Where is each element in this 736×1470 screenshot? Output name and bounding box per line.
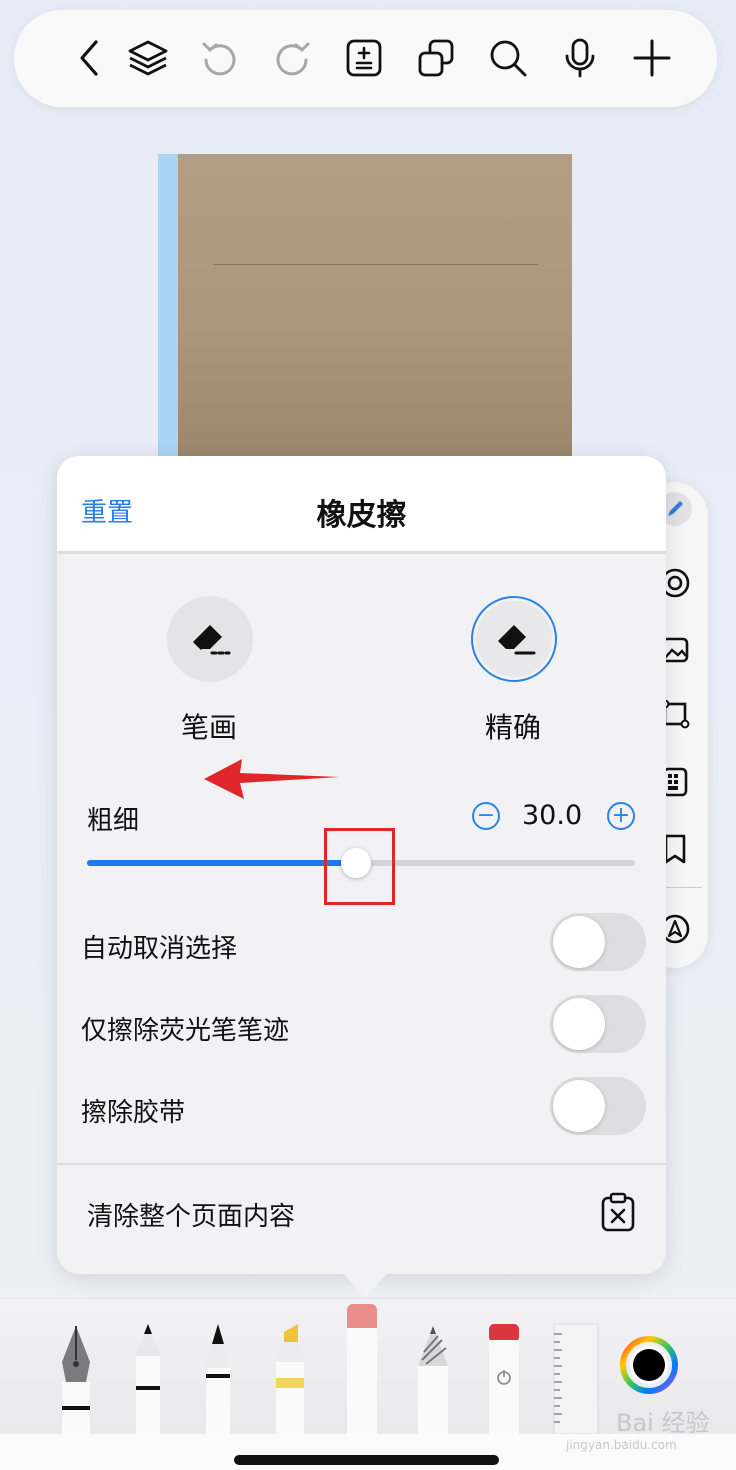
mode-stroke-eraser[interactable] [167, 596, 253, 682]
popover-header: 重置 橡皮擦 [57, 456, 666, 554]
pencil-tool[interactable] [414, 1322, 452, 1434]
clear-clipboard-icon[interactable] [599, 1192, 637, 1232]
page-add-icon[interactable] [340, 34, 388, 82]
page-margin-strip [158, 154, 178, 464]
thickness-slider-fill [87, 860, 356, 866]
clear-separator [57, 1163, 666, 1165]
annotation-highlight-box [324, 828, 395, 905]
annotation-arrow [204, 759, 340, 799]
fountain-pen-tool[interactable] [56, 1322, 96, 1434]
toggle-label-highlighter-only: 仅擦除荧光笔笔迹 [81, 1016, 290, 1046]
microphone-icon[interactable] [556, 34, 604, 82]
eraser-tool[interactable] [344, 1302, 380, 1434]
watermark-text: Bai 经验 [616, 1409, 710, 1437]
clear-page-button[interactable]: 清除整个页面内容 [87, 1196, 295, 1233]
eraser-stroke-icon [192, 625, 231, 655]
toggle-knob [553, 1080, 605, 1132]
page-ruled-line [213, 264, 538, 265]
thickness-value: 30.0 [522, 800, 583, 831]
toggle-knob [553, 998, 605, 1050]
thickness-increase-button[interactable]: + [607, 802, 635, 830]
redo-icon[interactable] [268, 34, 316, 82]
toggle-highlighter-only[interactable] [550, 995, 646, 1053]
popover-title: 橡皮擦 [316, 498, 407, 533]
popover-pointer [340, 1270, 390, 1298]
search-icon[interactable] [484, 34, 532, 82]
back-icon[interactable] [66, 34, 114, 82]
toggle-erase-tape[interactable] [550, 1077, 646, 1135]
toggle-label-auto-deselect: 自动取消选择 [81, 934, 238, 964]
toggle-label-erase-tape: 擦除胶带 [81, 1098, 186, 1128]
copy-icon[interactable] [412, 34, 460, 82]
plus-icon[interactable] [628, 34, 676, 82]
ballpoint-pen-tool[interactable] [130, 1322, 166, 1434]
undo-icon[interactable] [196, 34, 244, 82]
mode-stroke-label: 笔画 [180, 711, 237, 744]
notebook-page[interactable] [158, 154, 572, 464]
tape-tool[interactable] [486, 1322, 522, 1434]
mode-precise-label: 精确 [484, 711, 541, 744]
thickness-decrease-button[interactable]: − [472, 802, 500, 830]
mode-precise-eraser[interactable] [471, 596, 557, 682]
eraser-precise-icon [498, 625, 536, 655]
brush-pen-tool[interactable] [200, 1322, 236, 1434]
watermark-subtext: jingyan.baidu.com [566, 1438, 677, 1452]
color-picker-icon[interactable] [620, 1336, 678, 1394]
thickness-label: 粗细 [87, 806, 140, 836]
toggle-auto-deselect[interactable] [550, 913, 646, 971]
top-toolbar [14, 10, 717, 107]
layers-icon[interactable] [124, 34, 172, 82]
highlighter-tool[interactable] [272, 1322, 308, 1434]
toggle-knob [553, 916, 605, 968]
rail-separator [662, 887, 702, 888]
home-indicator[interactable] [234, 1455, 499, 1465]
ruler-tool[interactable] [550, 1322, 600, 1434]
